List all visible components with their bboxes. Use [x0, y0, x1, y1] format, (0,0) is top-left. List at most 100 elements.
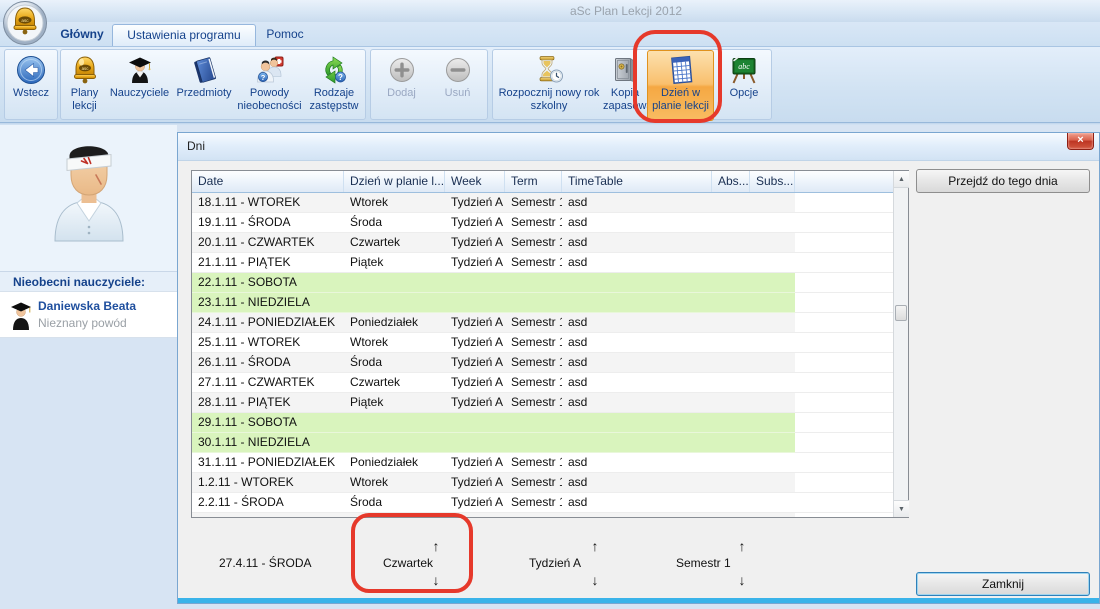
table-row[interactable]: 31.1.11 - PONIEDZIAŁEKPoniedziałekTydzie… — [192, 453, 893, 473]
wstecz-button[interactable]: Wstecz — [6, 51, 56, 119]
table-cell: Środa — [344, 213, 445, 233]
column-header[interactable]: TimeTable — [562, 171, 712, 192]
dodaj-button[interactable]: Dodaj — [374, 51, 429, 119]
column-header-filler — [795, 171, 893, 192]
opcje-button[interactable]: abc Opcje — [718, 51, 770, 119]
scrollbar-thumb[interactable] — [895, 305, 907, 321]
column-header[interactable]: Term — [505, 171, 562, 192]
przedmioty-button[interactable]: Przedmioty — [172, 51, 236, 119]
week-spinner-up-icon[interactable]: ↑ — [585, 537, 605, 556]
tab-pomoc[interactable]: Pomoc — [258, 24, 312, 46]
rozpocznij-nowy-rok-button[interactable]: Rozpocznij nowy rok szkolny — [495, 51, 603, 119]
table-cell: Czwartek — [344, 373, 445, 393]
dialog-titlebar[interactable]: Dni × — [178, 133, 1099, 161]
column-header[interactable]: Week — [445, 171, 505, 192]
table-cell: Semestr 1 — [505, 473, 562, 493]
week-spinner-value: Tydzień A — [529, 556, 581, 570]
table-row[interactable]: 29.1.11 - SOBOTA — [192, 413, 893, 433]
table-row[interactable]: 3.2.11 - CZWARTEKCzwartekTydzień ASemest… — [192, 513, 893, 517]
table-row-filler — [795, 213, 893, 233]
table-row[interactable]: 22.1.11 - SOBOTA — [192, 273, 893, 293]
nauczyciele-button[interactable]: Nauczyciele — [107, 51, 172, 119]
zamknij-button[interactable]: Zamknij — [916, 572, 1090, 596]
column-header[interactable]: Date — [192, 171, 344, 192]
table-row[interactable]: 1.2.11 - WTOREKWtorekTydzień ASemestr 1a… — [192, 473, 893, 493]
table-cell — [712, 253, 750, 273]
table-row[interactable]: 30.1.11 - NIEDZIELA — [192, 433, 893, 453]
scroll-up-icon[interactable]: ▲ — [894, 171, 909, 188]
table-row-filler — [795, 193, 893, 213]
table-row[interactable]: 2.2.11 - ŚRODAŚrodaTydzień ASemestr 1asd — [192, 493, 893, 513]
table-cell — [505, 433, 562, 453]
table-cell: 31.1.11 - PONIEDZIAŁEK — [192, 453, 344, 473]
table-cell — [750, 473, 795, 493]
table-row[interactable]: 23.1.11 - NIEDZIELA — [192, 293, 893, 313]
days-table: DateDzień w planie l...WeekTermTimeTable… — [191, 170, 909, 518]
goto-day-button[interactable]: Przejdź do tego dnia — [916, 169, 1090, 193]
tab-ustawienia-programu[interactable]: Ustawienia programu — [112, 24, 256, 46]
table-cell — [562, 413, 712, 433]
table-cell — [712, 353, 750, 373]
rodzaje-zastepstw-button[interactable]: ? Rodzaje zastępstw — [303, 51, 365, 119]
table-row-filler — [795, 373, 893, 393]
table-cell: asd — [562, 193, 712, 213]
table-cell — [712, 213, 750, 233]
table-row[interactable]: 19.1.11 - ŚRODAŚrodaTydzień ASemestr 1as… — [192, 213, 893, 233]
sidebar: Nieobecni nauczyciele: Daniewska Beata N… — [0, 125, 177, 609]
powody-nieobecnosci-button[interactable]: ? Powody nieobecności — [236, 51, 303, 119]
table-row[interactable]: 24.1.11 - PONIEDZIAŁEKPoniedziałekTydzie… — [192, 313, 893, 333]
table-cell: Tydzień A — [445, 473, 505, 493]
table-row[interactable]: 20.1.11 - CZWARTEKCzwartekTydzień ASemes… — [192, 233, 893, 253]
table-cell — [344, 293, 445, 313]
table-row[interactable]: 18.1.11 - WTOREKWtorekTydzień ASemestr 1… — [192, 193, 893, 213]
table-row-filler — [795, 233, 893, 253]
table-cell: asd — [562, 513, 712, 517]
table-row-filler — [795, 513, 893, 517]
table-cell: Tydzień A — [445, 253, 505, 273]
table-cell — [505, 293, 562, 313]
term-spinner-down-icon[interactable]: ↓ — [732, 571, 752, 590]
term-spinner-up-icon[interactable]: ↑ — [732, 537, 752, 556]
absent-teacher-item[interactable]: Daniewska Beata Nieznany powód — [0, 291, 177, 338]
column-header[interactable]: Abs... — [712, 171, 750, 192]
week-spinner-down-icon[interactable]: ↓ — [585, 571, 605, 590]
table-cell: Wtorek — [344, 473, 445, 493]
ribbon-group-back: Wstecz — [4, 49, 58, 120]
table-cell — [750, 293, 795, 313]
plus-icon — [386, 54, 418, 86]
table-cell: Poniedziałek — [344, 313, 445, 333]
table-cell: Tydzień A — [445, 233, 505, 253]
table-row[interactable]: 21.1.11 - PIĄTEKPiątekTydzień ASemestr 1… — [192, 253, 893, 273]
app-logo-bell-icon[interactable]: asc — [2, 0, 48, 46]
table-row[interactable]: 27.1.11 - CZWARTEKCzwartekTydzień ASemes… — [192, 373, 893, 393]
vertical-scrollbar[interactable]: ▲ ▼ — [893, 171, 908, 517]
table-row[interactable]: 28.1.11 - PIĄTEKPiątekTydzień ASemestr 1… — [192, 393, 893, 413]
table-cell: Semestr 1 — [505, 193, 562, 213]
table-cell — [750, 213, 795, 233]
scroll-down-icon[interactable]: ▼ — [894, 500, 909, 517]
table-cell — [445, 433, 505, 453]
column-header[interactable]: Dzień w planie l... — [344, 171, 445, 192]
table-row[interactable]: 26.1.11 - ŚRODAŚrodaTydzień ASemestr 1as… — [192, 353, 893, 373]
usun-button[interactable]: Usuń — [430, 51, 485, 119]
table-cell — [712, 413, 750, 433]
table-cell — [712, 493, 750, 513]
table-cell: Tydzień A — [445, 313, 505, 333]
graduate-icon — [124, 54, 156, 86]
minus-icon — [442, 54, 474, 86]
column-header[interactable]: Subs... — [750, 171, 795, 192]
table-cell — [750, 433, 795, 453]
table-cell: Semestr 1 — [505, 353, 562, 373]
hourglass-icon — [533, 54, 565, 86]
dialog-close-icon[interactable]: × — [1067, 133, 1094, 150]
table-cell: asd — [562, 213, 712, 233]
svg-text:?: ? — [338, 73, 343, 82]
plany-lekcji-button[interactable]: asc Plany lekcji — [62, 51, 107, 119]
table-cell — [344, 433, 445, 453]
table-row[interactable]: 25.1.11 - WTOREKWtorekTydzień ASemestr 1… — [192, 333, 893, 353]
svg-text:?: ? — [260, 73, 265, 82]
table-row-filler — [795, 353, 893, 373]
table-cell — [712, 333, 750, 353]
table-cell: Czwartek — [344, 233, 445, 253]
tab-glowny[interactable]: Główny — [56, 24, 108, 46]
